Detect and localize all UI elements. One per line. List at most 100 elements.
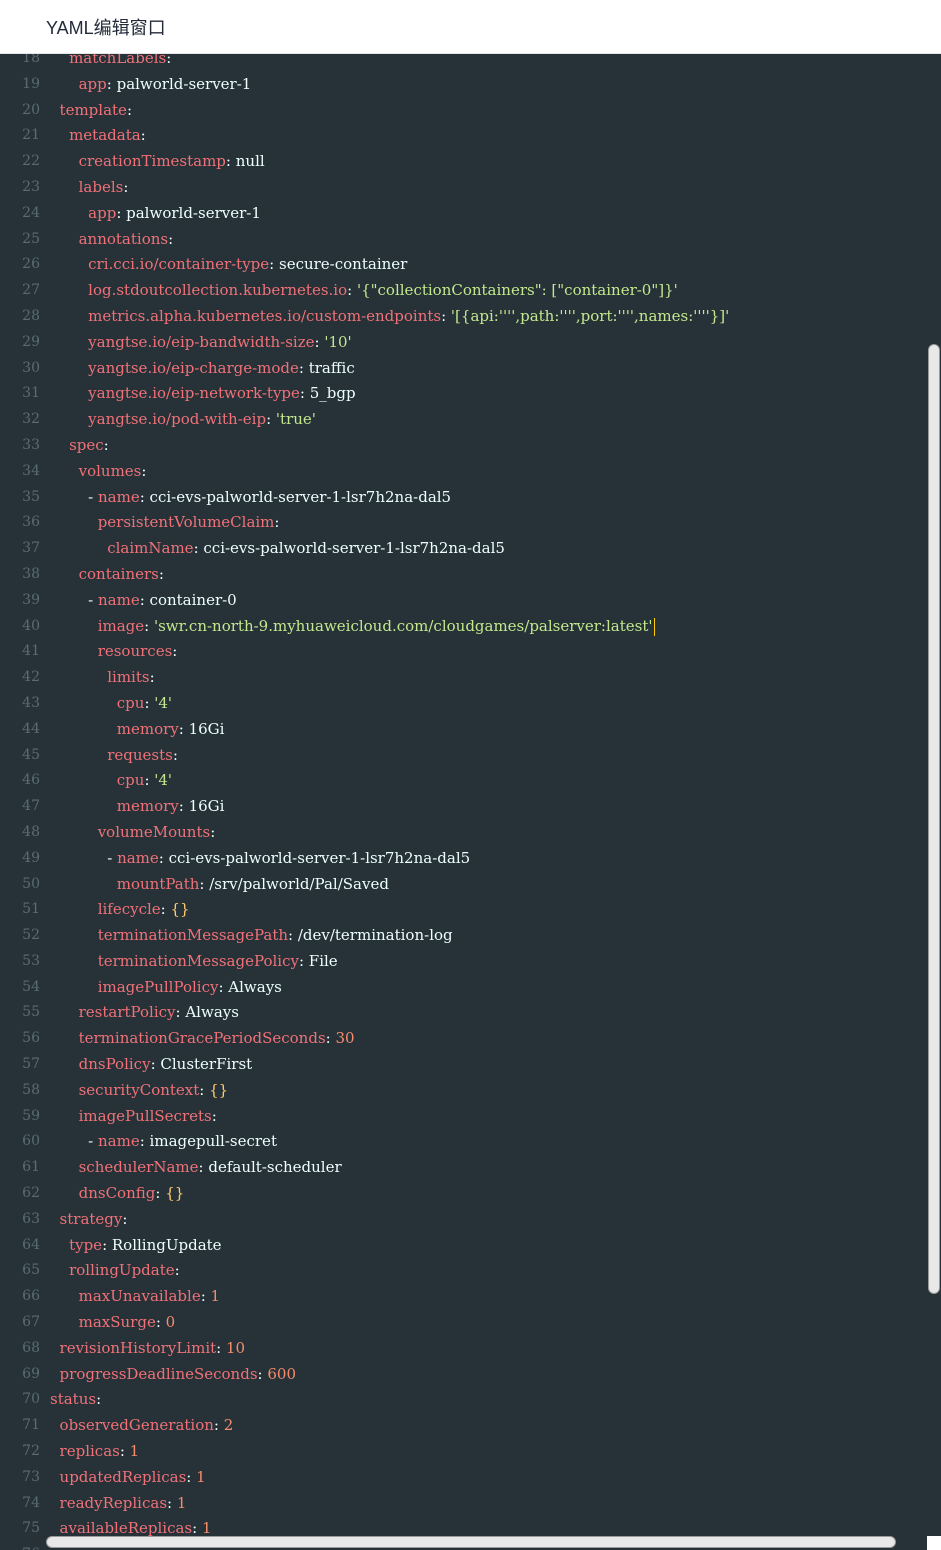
code-line[interactable]: 58 securityContext: {} — [0, 1078, 941, 1104]
code-line[interactable]: 62 dnsConfig: {} — [0, 1181, 941, 1207]
code-line[interactable]: 29 yangtse.io/eip-bandwidth-size: '10' — [0, 330, 941, 356]
yaml-editor-window: YAML编辑窗口 18 matchLabels: 19 app: palworld… — [0, 0, 941, 1550]
code-line[interactable]: 73 updatedReplicas: 1 — [0, 1465, 941, 1491]
code-line[interactable]: 46 cpu: '4' — [0, 768, 941, 794]
code-line[interactable]: 56 terminationGracePeriodSeconds: 30 — [0, 1026, 941, 1052]
line-content: metrics.alpha.kubernetes.io/custom-endpo… — [88, 306, 730, 325]
yaml-key: updatedReplicas — [59, 1467, 187, 1486]
code-line[interactable]: 43 cpu: '4' — [0, 691, 941, 717]
code-line[interactable]: 25 annotations: — [0, 227, 941, 253]
code-line[interactable]: 37 claimName: cci-evs-palworld-server-1-… — [0, 536, 941, 562]
code-line[interactable]: 36 persistentVolumeClaim: — [0, 510, 941, 536]
code-line[interactable]: 72 replicas: 1 — [0, 1439, 941, 1465]
code-line[interactable]: 59 imagePullSecrets: — [0, 1104, 941, 1130]
code-line[interactable]: 33 spec: — [0, 433, 941, 459]
line-content: labels: — [78, 177, 129, 196]
code-line[interactable]: 51 lifecycle: {} — [0, 897, 941, 923]
line-content: containers: — [78, 564, 164, 583]
line-number: 39 — [22, 591, 40, 608]
line-content: terminationMessagePath: /dev/termination… — [97, 926, 453, 945]
line-number: 69 — [22, 1365, 40, 1382]
yaml-value: secure-container — [279, 255, 408, 274]
code-line[interactable]: 35 - name: cci-evs-palworld-server-1-lsr… — [0, 485, 941, 511]
yaml-key: rollingUpdate — [69, 1261, 175, 1280]
line-content: updatedReplicas: 1 — [59, 1467, 206, 1486]
code-line[interactable]: 64 type: RollingUpdate — [0, 1233, 941, 1259]
code-line[interactable]: 30 yangtse.io/eip-charge-mode: traffic — [0, 356, 941, 382]
line-number: 22 — [22, 153, 40, 170]
code-line[interactable]: 67 maxSurge: 0 — [0, 1310, 941, 1336]
code-line[interactable]: 63 strategy: — [0, 1207, 941, 1233]
code-line[interactable]: 52 terminationMessagePath: /dev/terminat… — [0, 923, 941, 949]
code-line[interactable]: 21 metadata: — [0, 123, 941, 149]
yaml-key: dnsConfig — [78, 1184, 156, 1203]
yaml-value: 5_bgp — [309, 384, 356, 403]
code-line[interactable]: 74 readyReplicas: 1 — [0, 1491, 941, 1517]
vertical-scrollbar[interactable] — [928, 344, 940, 1294]
yaml-value: '4' — [154, 693, 173, 712]
code-line[interactable]: 24 app: palworld-server-1 — [0, 201, 941, 227]
line-content: replicas: 1 — [59, 1442, 140, 1461]
code-line[interactable]: 27 log.stdoutcollection.kubernetes.io: '… — [0, 278, 941, 304]
line-number: 32 — [22, 411, 40, 428]
code-line[interactable]: 23 labels: — [0, 175, 941, 201]
code-line[interactable]: 41 resources: — [0, 639, 941, 665]
code-line[interactable]: 55 restartPolicy: Always — [0, 1000, 941, 1026]
horizontal-scrollbar[interactable] — [46, 1536, 896, 1548]
line-content: app: palworld-server-1 — [88, 203, 261, 222]
line-content: log.stdoutcollection.kubernetes.io: '{"c… — [88, 281, 678, 300]
line-content: imagePullSecrets: — [78, 1106, 217, 1125]
yaml-key: dnsPolicy — [78, 1055, 151, 1074]
line-number: 58 — [22, 1081, 40, 1098]
code-line[interactable]: 66 maxUnavailable: 1 — [0, 1284, 941, 1310]
code-line[interactable]: 19 app: palworld-server-1 — [0, 72, 941, 98]
code-line[interactable]: 54 imagePullPolicy: Always — [0, 975, 941, 1001]
line-number: 47 — [22, 798, 40, 815]
code-line[interactable]: 48 volumeMounts: — [0, 820, 941, 846]
yaml-value: 10 — [225, 1338, 246, 1357]
code-line[interactable]: 18 matchLabels: — [0, 54, 941, 72]
code-line[interactable]: 22 creationTimestamp: null — [0, 149, 941, 175]
line-number: 74 — [22, 1494, 40, 1511]
line-number: 25 — [22, 230, 40, 247]
code-line[interactable]: 69 progressDeadlineSeconds: 600 — [0, 1362, 941, 1388]
code-line[interactable]: 71 observedGeneration: 2 — [0, 1413, 941, 1439]
code-line[interactable]: 20 template: — [0, 98, 941, 124]
line-number: 63 — [22, 1210, 40, 1227]
code-line[interactable]: 65 rollingUpdate: — [0, 1258, 941, 1284]
line-number: 33 — [22, 436, 40, 453]
yaml-key: requests — [107, 745, 173, 764]
yaml-key: terminationMessagePolicy — [97, 951, 299, 970]
line-content: memory: 16Gi — [116, 797, 225, 816]
yaml-code-editor[interactable]: 18 matchLabels: 19 app: palworld-server-1… — [0, 54, 941, 1550]
code-line[interactable]: 38 containers: — [0, 562, 941, 588]
yaml-value: '[{api:'''',path:'''',port:'''',names:''… — [450, 306, 730, 325]
code-line[interactable]: 50 mountPath: /srv/palworld/Pal/Saved — [0, 872, 941, 898]
code-line[interactable]: 68 revisionHistoryLimit: 10 — [0, 1336, 941, 1362]
code-line[interactable]: 60 - name: imagepull-secret — [0, 1129, 941, 1155]
code-line[interactable]: 34 volumes: — [0, 459, 941, 485]
code-line[interactable]: 57 dnsPolicy: ClusterFirst — [0, 1052, 941, 1078]
line-content: memory: 16Gi — [116, 719, 225, 738]
code-line[interactable]: 47 memory: 16Gi — [0, 794, 941, 820]
code-line[interactable]: 70 status: — [0, 1387, 941, 1413]
code-line[interactable]: 40 image: 'swr.cn-north-9.myhuaweicloud.… — [0, 614, 941, 640]
line-number: 53 — [22, 952, 40, 969]
yaml-value: 'true' — [275, 410, 316, 429]
yaml-key: mountPath — [116, 874, 200, 893]
line-number: 34 — [22, 462, 40, 479]
yaml-key: type — [69, 1235, 103, 1254]
code-line[interactable]: 61 schedulerName: default-scheduler — [0, 1155, 941, 1181]
code-line[interactable]: 44 memory: 16Gi — [0, 717, 941, 743]
code-line[interactable]: 26 cri.cci.io/container-type: secure-con… — [0, 252, 941, 278]
code-line[interactable]: 45 requests: — [0, 743, 941, 769]
code-line[interactable]: 53 terminationMessagePolicy: File — [0, 949, 941, 975]
code-line[interactable]: 42 limits: — [0, 665, 941, 691]
code-line[interactable]: 32 yangtse.io/pod-with-eip: 'true' — [0, 407, 941, 433]
code-line[interactable]: 28 metrics.alpha.kubernetes.io/custom-en… — [0, 304, 941, 330]
code-line[interactable]: 39 - name: container-0 — [0, 588, 941, 614]
code-line[interactable]: 49 - name: cci-evs-palworld-server-1-lsr… — [0, 846, 941, 872]
code-line[interactable]: 31 yangtse.io/eip-network-type: 5_bgp — [0, 381, 941, 407]
yaml-key: cri.cci.io/container-type — [88, 255, 270, 274]
yaml-value: /dev/termination-log — [297, 926, 453, 945]
